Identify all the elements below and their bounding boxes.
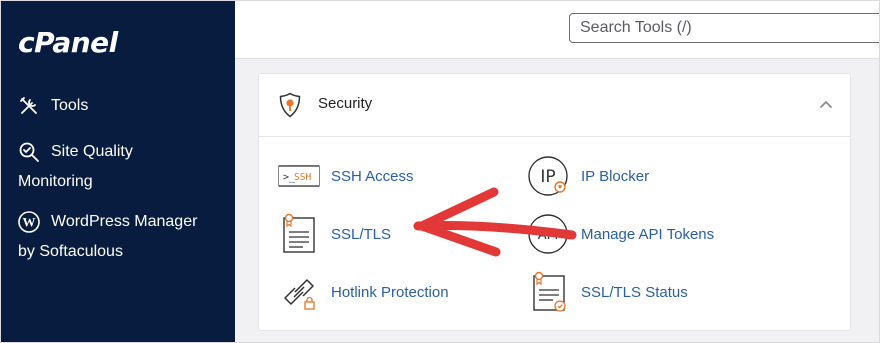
tools-icon [18,95,40,117]
tool-label: IP Blocker [581,167,650,185]
tool-ssh-access[interactable]: >_ SSH SSH Access [277,154,414,198]
cpanel-logo[interactable]: cPanel [18,26,118,59]
site-quality-icon [18,141,40,163]
sidebar-item-label: Tools [51,97,89,114]
top-bar [235,0,880,59]
ssh-icon: >_ SSH [277,154,321,198]
search-input[interactable] [569,13,880,43]
svg-text:W: W [23,215,36,230]
sidebar-item-label: WordPress Manager [51,213,198,230]
tool-label: SSL/TLS Status [581,283,688,301]
api-tokens-icon: API [527,212,571,256]
tool-label: SSL/TLS [331,225,392,243]
sidebar-item-label-line2: Monitoring [18,173,93,190]
tool-label: SSH Access [331,167,414,185]
ssl-tls-icon [277,212,321,256]
sidebar-item-label: Site Quality [51,143,133,160]
tool-label: Hotlink Protection [331,283,449,301]
tool-ip-blocker[interactable]: IP IP Blocker [527,154,649,198]
svg-text:IP: IP [540,167,555,187]
sidebar-item-wordpress-manager[interactable]: W WordPress Manager by Softaculous [18,207,197,267]
wordpress-icon: W [18,211,40,233]
security-panel: Security >_ SSH SSH Access IP IP Blocker… [258,73,851,331]
hotlink-icon [277,270,321,314]
chevron-up-icon[interactable] [818,96,834,112]
svg-text:API: API [538,228,559,243]
svg-text:SSH: SSH [294,172,311,183]
sidebar-item-site-quality[interactable]: Site Quality Monitoring [18,137,133,197]
tool-hotlink-protection[interactable]: Hotlink Protection [277,270,449,314]
ip-blocker-icon: IP [527,154,571,198]
sidebar-item-label-line2: by Softaculous [18,243,123,260]
tool-ssl-tls-status[interactable]: SSL/TLS Status [527,270,688,314]
security-shield-icon [279,92,301,118]
tool-manage-api-tokens[interactable]: API Manage API Tokens [527,212,714,256]
ssl-tls-status-icon [527,270,571,314]
section-title: Security [318,95,373,112]
security-panel-header[interactable]: Security [259,74,850,137]
sidebar: cPanel Tools Site Quality Monitoring W W… [0,0,235,343]
tool-ssl-tls[interactable]: SSL/TLS [277,212,391,256]
tool-label: Manage API Tokens [581,225,715,243]
sidebar-item-tools[interactable]: Tools [18,91,88,121]
